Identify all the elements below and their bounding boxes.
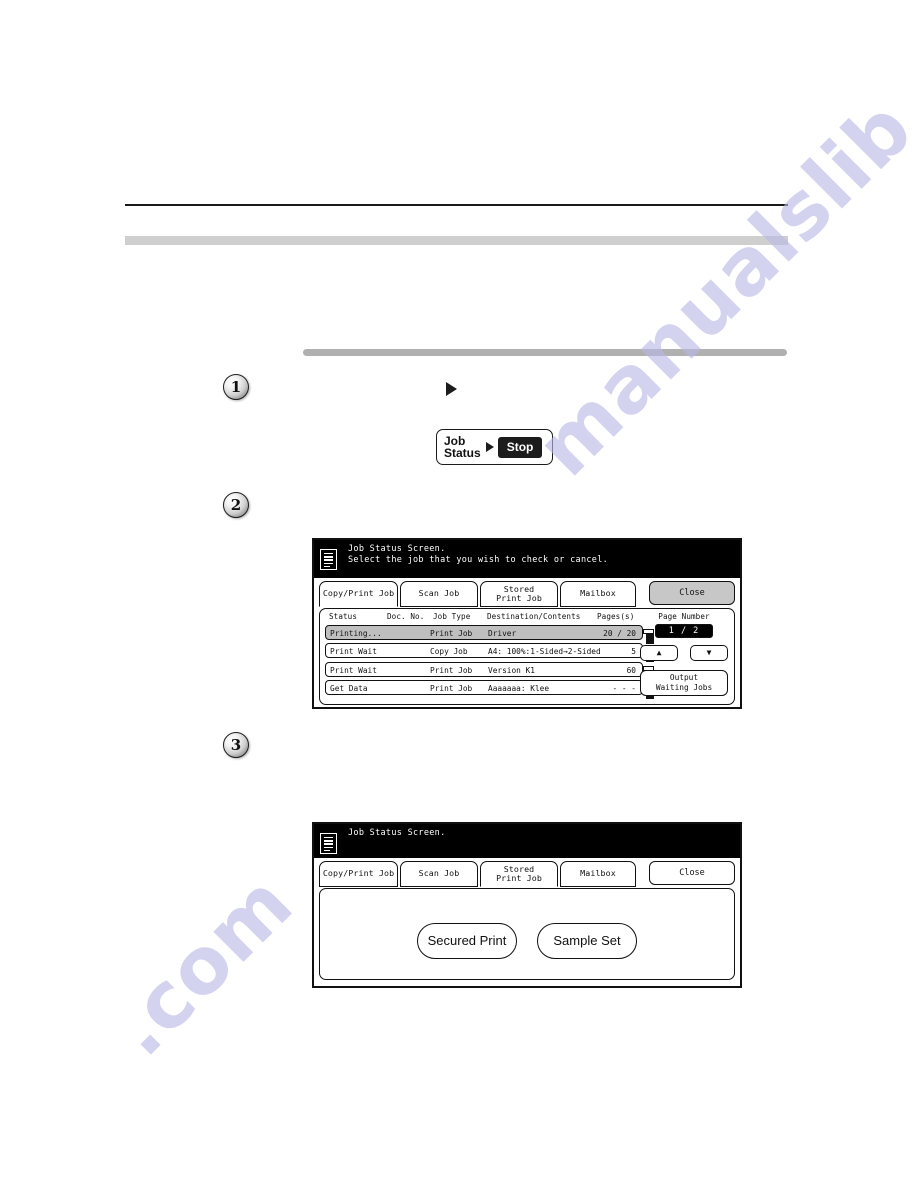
row-status: Printing... (330, 628, 382, 638)
watermark-text-b: .com (95, 858, 311, 1074)
tab-copy-print-job[interactable]: Copy/Print Job (319, 861, 398, 887)
page-up-button[interactable]: ▲ (640, 644, 678, 661)
stop-key-label: Stop (497, 436, 543, 458)
page-navigation-area: Page Number 1 / 2 ▲ ▼ Output Waiting Job… (640, 612, 728, 696)
row-status: Print Wait (330, 647, 377, 657)
upper-content-area: Status Doc. No. Job Type Destination/Con… (319, 607, 735, 705)
row-pages: 5 (631, 647, 636, 657)
stored-print-options: Secured Print Sample Set (320, 922, 734, 959)
column-header-status: Status (329, 611, 358, 621)
document-list-icon (320, 549, 337, 570)
column-header-pages: Pages(s) (597, 611, 635, 621)
column-header-job-type: Job Type (433, 611, 471, 621)
lower-tab-strip: Copy/Print Job Scan Job Stored Print Job… (319, 861, 735, 889)
tab-stored-print-job[interactable]: Stored Print Job (480, 861, 558, 887)
row-job-type: Print Job (430, 684, 473, 694)
row-pages: - - - (612, 684, 636, 694)
tab-scan-job[interactable]: Scan Job (400, 581, 478, 607)
tab-scan-job[interactable]: Scan Job (400, 861, 478, 887)
table-row[interactable]: Get Data Print Job Aaaaaaa: Klee - - - (325, 680, 654, 700)
row-job-type: Print Job (430, 665, 473, 675)
right-triangle-icon (485, 442, 494, 452)
page-arrow-row: ▲ ▼ (640, 644, 728, 661)
page-number-label: Page Number (658, 611, 710, 621)
header-rule (125, 204, 788, 206)
step-marker-2: 2 (223, 492, 249, 518)
row-destination: Driver (488, 628, 517, 638)
table-row[interactable]: Printing... Print Job Driver 20 / 20 (325, 624, 654, 644)
upper-tab-strip: Copy/Print Job Scan Job Stored Print Job… (319, 581, 735, 609)
upper-title-line-1: Job Status Screen. (348, 544, 446, 554)
section-gray-bar (303, 349, 787, 356)
upper-title-bar: Job Status Screen. Select the job that y… (314, 540, 740, 578)
page-number-value: 1 / 2 (655, 623, 713, 638)
tab-copy-print-job[interactable]: Copy/Print Job (319, 581, 398, 607)
lower-title-line-1: Job Status Screen. (348, 828, 446, 838)
upper-title-line-2: Select the job that you wish to check or… (348, 555, 609, 565)
table-row[interactable]: Print Wait Print Job Version K1 60 (325, 661, 654, 681)
column-header-doc-no: Doc. No. (387, 611, 425, 621)
row-pages: 20 / 20 (603, 628, 636, 638)
row-destination: A4: 100%:1-Sided→2-Sided (488, 647, 601, 657)
row-job-type: Copy Job (430, 647, 468, 657)
table-row[interactable]: Print Wait Copy Job A4: 100%:1-Sided→2-S… (325, 643, 654, 663)
page-down-button[interactable]: ▼ (690, 644, 728, 661)
job-status-screen-lower: Job Status Screen. Copy/Print Job Scan J… (312, 822, 742, 988)
header-gray-bar (125, 236, 788, 245)
document-list-icon (320, 833, 337, 854)
row-destination: Aaaaaaa: Klee (488, 684, 550, 694)
tab-mailbox[interactable]: Mailbox (560, 581, 636, 607)
row-status: Print Wait (330, 665, 377, 675)
row-status: Get Data (330, 684, 368, 694)
job-status-screen-upper: Job Status Screen. Select the job that y… (312, 538, 742, 709)
job-status-stop-key[interactable]: Job Status Stop (436, 429, 553, 465)
lower-title-bar: Job Status Screen. (314, 824, 740, 858)
job-list-column-headers: Status Doc. No. Job Type Destination/Con… (325, 612, 643, 625)
job-status-key-label: Job Status (444, 433, 481, 460)
lower-content-area: Secured Print Sample Set (319, 887, 735, 980)
watermark-text-a: manualslib (520, 83, 918, 494)
right-triangle-icon (446, 382, 457, 396)
sample-set-button[interactable]: Sample Set (537, 922, 637, 959)
tab-mailbox[interactable]: Mailbox (560, 861, 636, 887)
row-job-type: Print Job (430, 628, 473, 638)
secured-print-button[interactable]: Secured Print (417, 922, 517, 959)
row-destination: Version K1 (488, 665, 535, 675)
output-waiting-jobs-button[interactable]: Output Waiting Jobs (640, 669, 728, 696)
job-list: Status Doc. No. Job Type Destination/Con… (325, 612, 654, 700)
close-button[interactable]: Close (649, 861, 735, 885)
close-button[interactable]: Close (649, 581, 735, 605)
row-pages: 60 (626, 665, 636, 675)
step-marker-1: 1 (223, 374, 249, 400)
step-marker-3: 3 (223, 732, 249, 758)
column-header-destination: Destination/Contents (487, 611, 581, 621)
tab-stored-print-job[interactable]: Stored Print Job (480, 581, 558, 607)
